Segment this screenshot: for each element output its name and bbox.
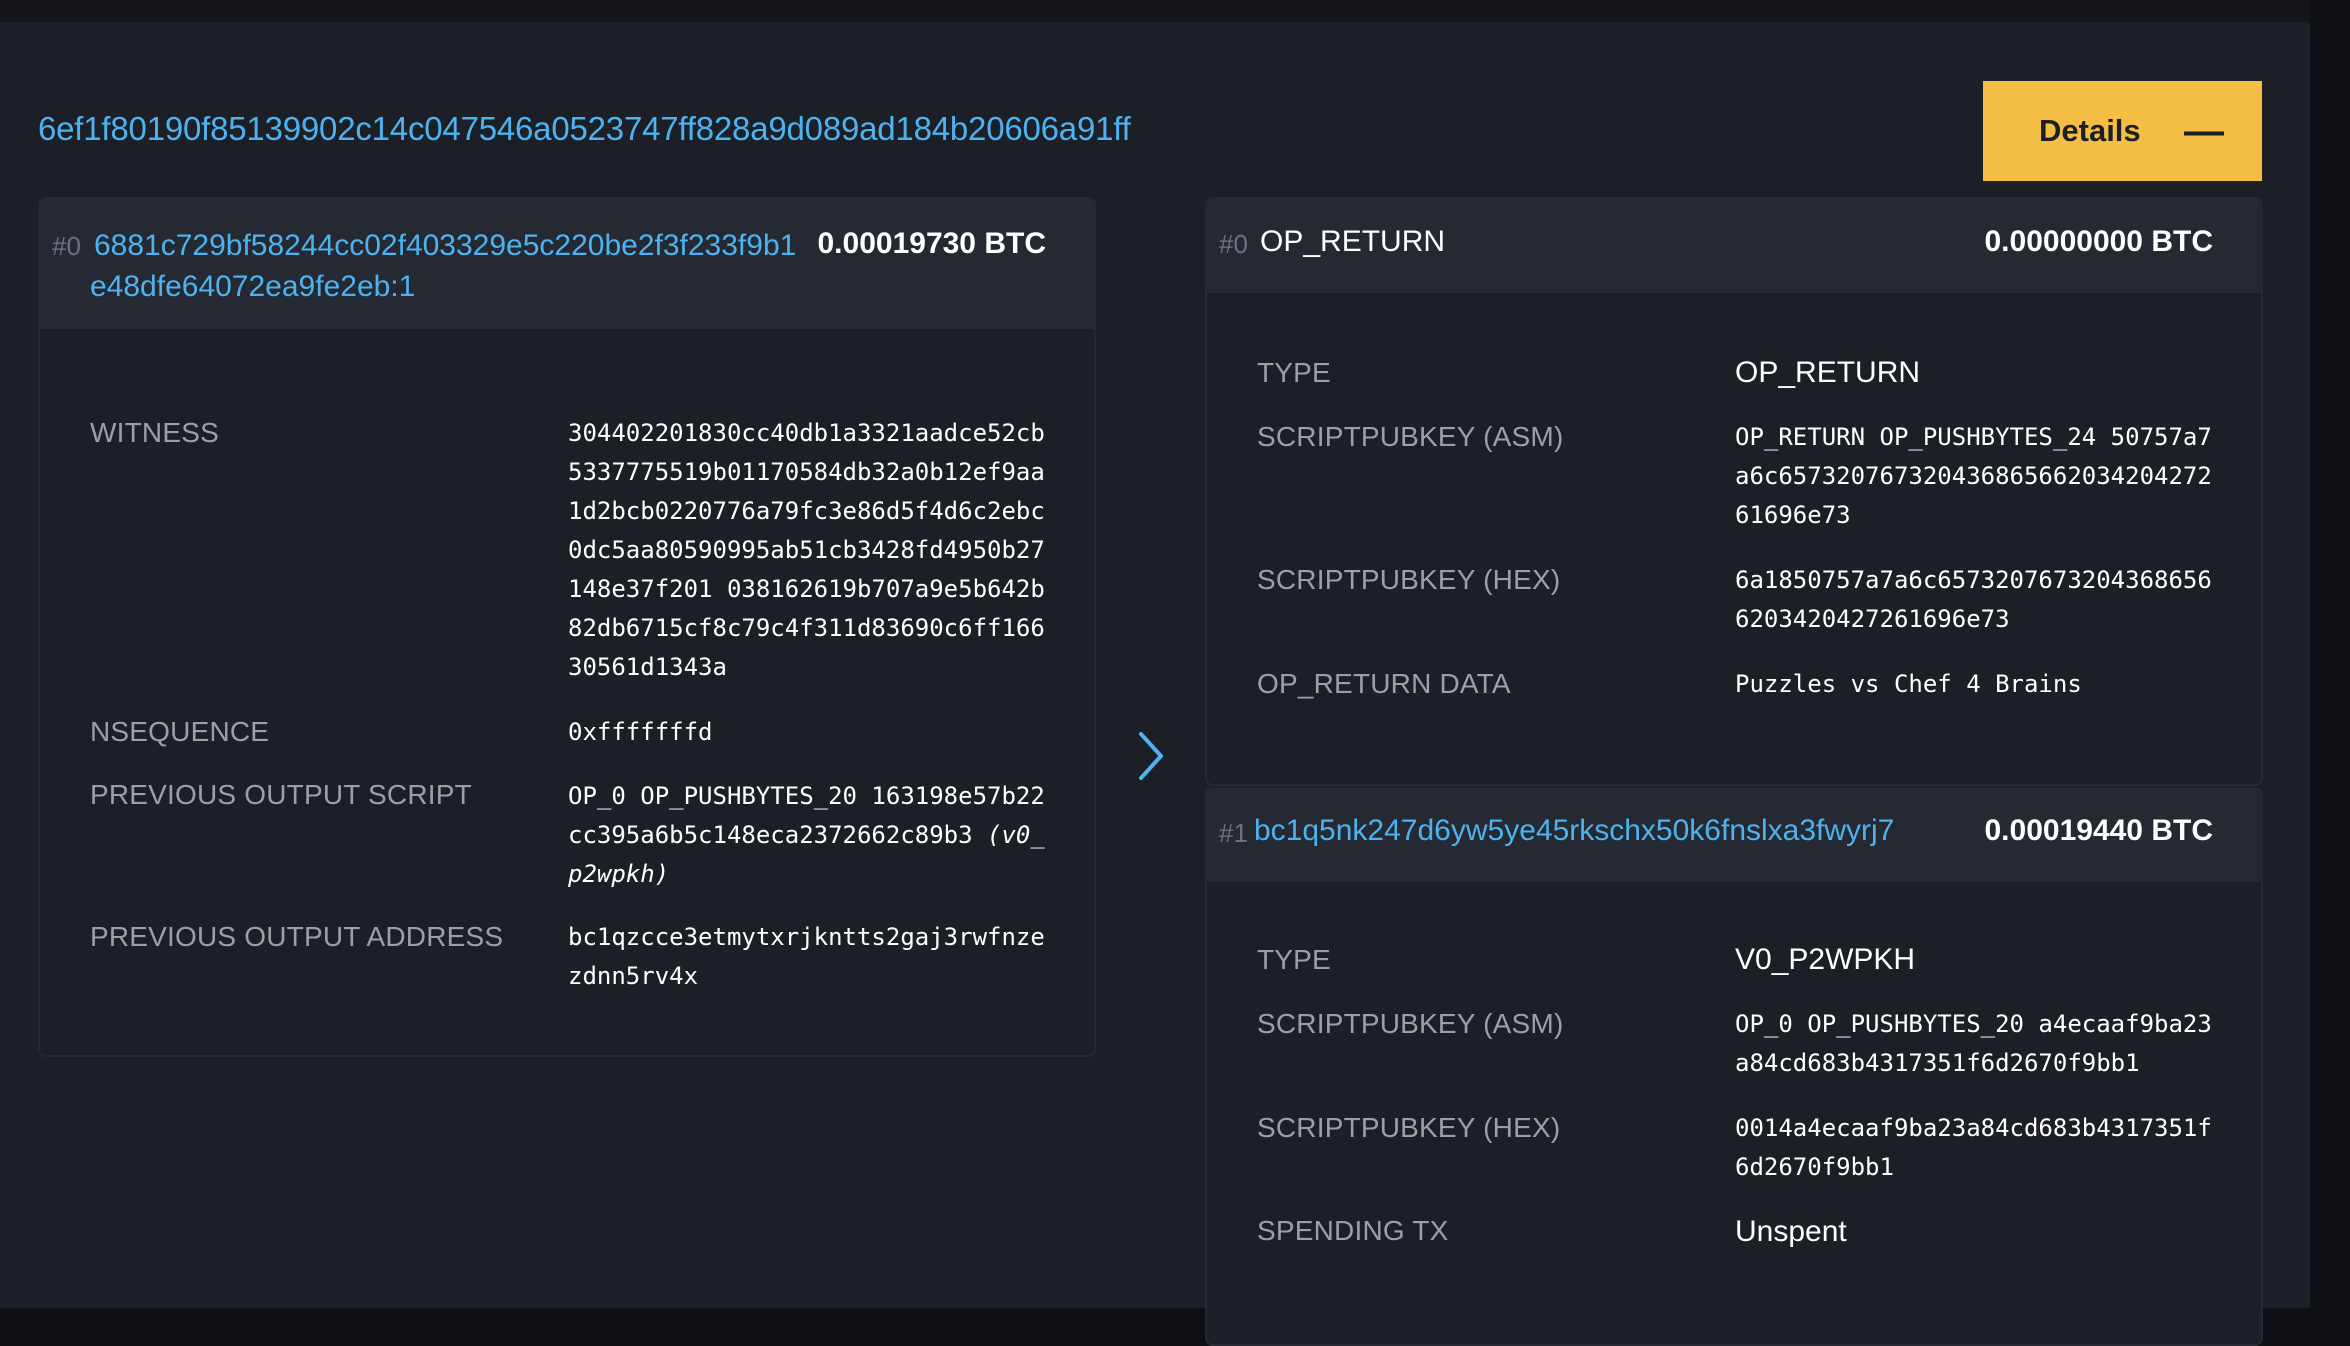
- output-1-index: #1: [1219, 818, 1248, 848]
- prev-script-value: OP_0 OP_PUSHBYTES_20 163198e57b22cc395a6…: [568, 777, 1058, 894]
- output-1-hex-value: 0014a4ecaaf9ba23a84cd683b4317351f6d2670f…: [1735, 1114, 2212, 1181]
- output-0-asm-label: SCRIPTPUBKEY (ASM): [1257, 421, 1564, 452]
- output-0-asm-value: OP_RETURN OP_PUSHBYTES_24 50757a7a6c6573…: [1735, 423, 2212, 529]
- minus-icon: —: [2184, 109, 2224, 153]
- prev-txid-line1: 6881c729bf58244cc02f403329e5c220be2f3f23…: [94, 229, 797, 262]
- input-index: #0: [52, 231, 81, 261]
- output-0-amount: 0.00000000 BTC: [1984, 225, 2214, 258]
- output-1-asm-value: OP_0 OP_PUSHBYTES_20 a4ecaaf9ba23a84cd68…: [1735, 1010, 2212, 1077]
- prev-address-label: PREVIOUS OUTPUT ADDRESS: [90, 921, 504, 952]
- top-bar: [0, 0, 2310, 22]
- output-1-spending-value: Unspent: [1735, 1215, 1847, 1248]
- prev-script-label: PREVIOUS OUTPUT SCRIPT: [90, 779, 472, 810]
- input-amount: 0.00019730 BTC: [817, 227, 1047, 260]
- output-0-index: #0: [1219, 229, 1248, 259]
- output-0-hex-value: 6a1850757a7a6c65732076732043686566203420…: [1735, 566, 2212, 633]
- input-box: #0 6881c729bf58244cc02f403329e5c220be2f3…: [38, 197, 1096, 1057]
- details-toggle-button[interactable]: Details —: [1983, 81, 2262, 181]
- prev-address-link[interactable]: bc1qzcce3etmytxrjkntts2gaj3rwfnzezdnn5rv…: [568, 918, 1058, 996]
- nsequence-value: 0xfffffffd: [568, 718, 713, 746]
- output-1-type-label: TYPE: [1257, 944, 1331, 975]
- output-0-data-value: Puzzles vs Chef 4 Brains: [1735, 670, 2082, 698]
- output-0-type-value: OP_RETURN: [1735, 356, 1921, 389]
- output-1-address-link[interactable]: bc1q5nk247d6yw5ye45rkschx50k6fnslxa3fwyr…: [1254, 814, 1894, 848]
- output-0-header: #0 OP_RETURN 0.00000000 BTC: [1207, 199, 2261, 293]
- output-0-type-label: TYPE: [1257, 357, 1331, 388]
- input-header: #0 6881c729bf58244cc02f403329e5c220be2f3…: [40, 199, 1094, 329]
- input-prev-txid-link[interactable]: 6881c729bf58244cc02f403329e5c220be2f3f23…: [90, 225, 796, 307]
- output-box-1: #1 bc1q5nk247d6yw5ye45rkschx50k6fnslxa3f…: [1205, 786, 2263, 1346]
- output-1-type-value: V0_P2WPKH: [1735, 943, 1916, 976]
- details-button-label: Details: [2039, 113, 2141, 148]
- prev-txid-line2: e48dfe64072ea9fe2eb:1: [90, 270, 416, 303]
- output-1-asm-label: SCRIPTPUBKEY (ASM): [1257, 1008, 1564, 1039]
- output-0-data-label: OP_RETURN DATA: [1257, 668, 1511, 699]
- chevron-right-icon: [1139, 732, 1163, 780]
- transaction-panel: 6ef1f80190f85139902c14c047546a0523747ff8…: [0, 22, 2310, 1346]
- transaction-id-link[interactable]: 6ef1f80190f85139902c14c047546a0523747ff8…: [38, 110, 1131, 148]
- output-1-amount: 0.00019440 BTC: [1984, 814, 2214, 847]
- output-0-title: OP_RETURN: [1260, 225, 1446, 258]
- prev-script-asm: OP_0 OP_PUSHBYTES_20 163198e57b22cc395a6…: [568, 782, 1045, 849]
- nsequence-label: NSEQUENCE: [90, 716, 270, 747]
- witness-label: WITNESS: [90, 417, 219, 448]
- output-0-hex-label: SCRIPTPUBKEY (HEX): [1257, 564, 1561, 595]
- output-1-header: #1 bc1q5nk247d6yw5ye45rkschx50k6fnslxa3f…: [1207, 788, 2261, 882]
- witness-value: 304402201830cc40db1a3321aadce52cb5337775…: [568, 419, 1045, 681]
- output-1-hex-label: SCRIPTPUBKEY (HEX): [1257, 1112, 1561, 1143]
- output-1-spending-label: SPENDING TX: [1257, 1215, 1449, 1246]
- output-box-0: #0 OP_RETURN 0.00000000 BTC TYPE OP_RETU…: [1205, 197, 2263, 786]
